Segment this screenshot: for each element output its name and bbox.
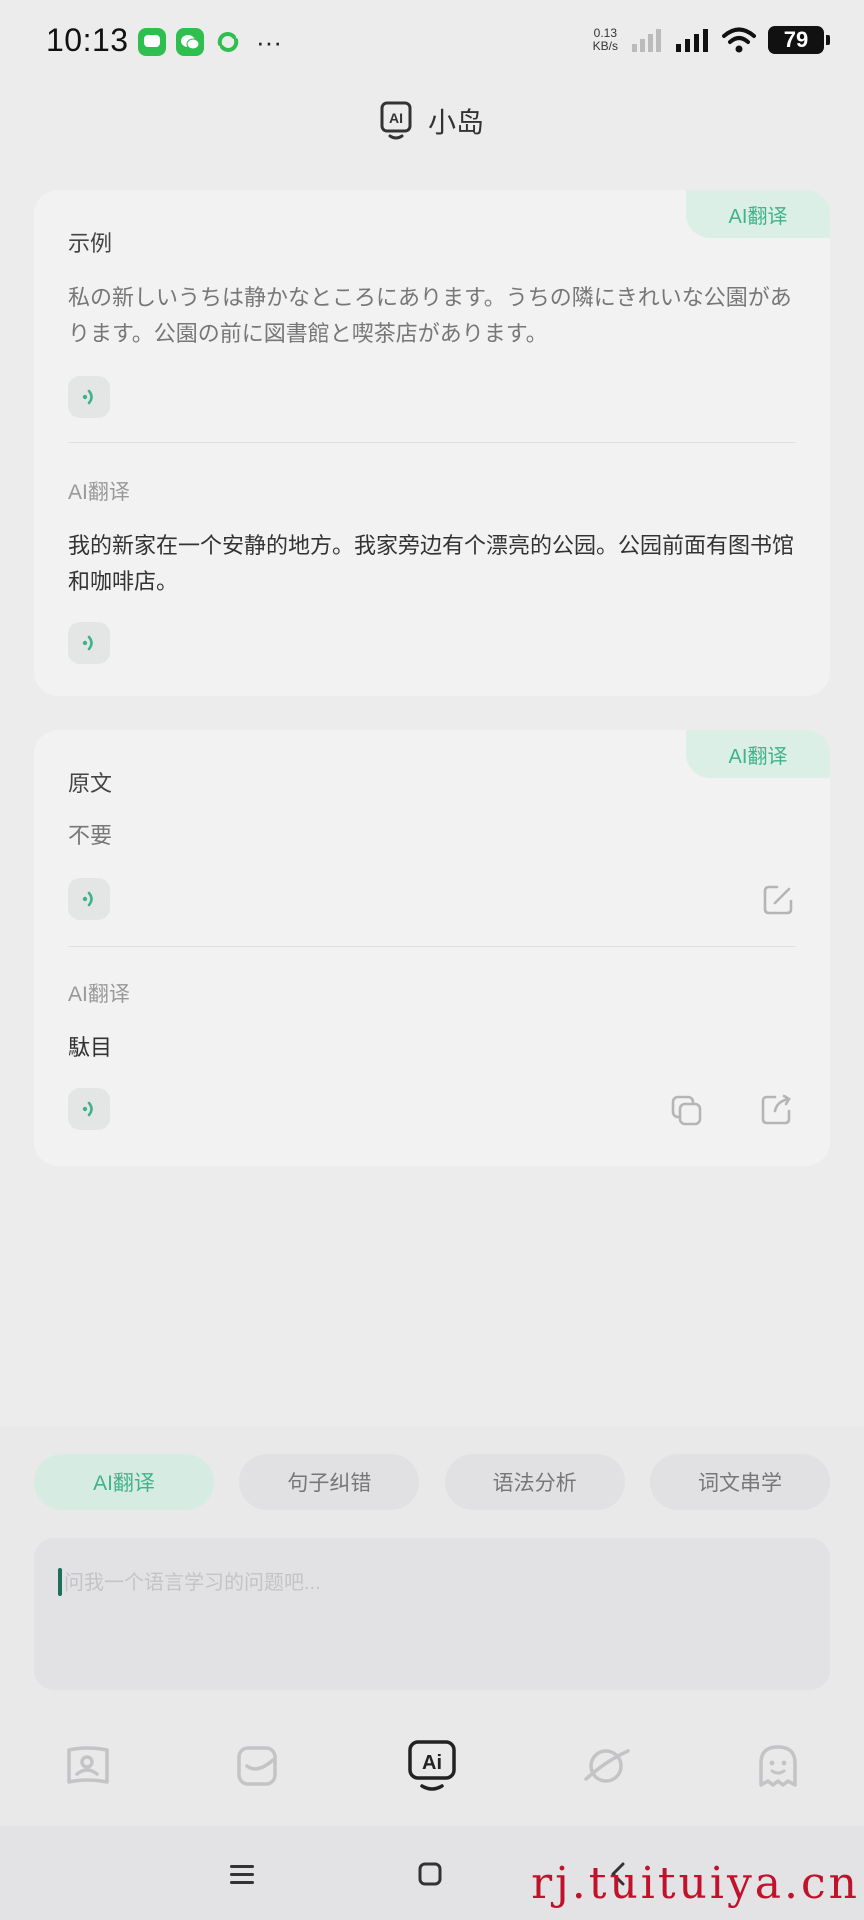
check-box-icon xyxy=(237,1746,277,1786)
status-app-icons: ··· xyxy=(138,28,282,56)
sync-app-icon xyxy=(214,28,242,56)
page-title: 小岛 xyxy=(427,107,484,138)
edit-icon xyxy=(763,885,793,915)
example-card: AI翻译 示例 私の新しいうちは静かなところにあります。うちの隣にきれいな公園が… xyxy=(34,190,830,696)
speaker-icon xyxy=(82,891,93,907)
example-title: 示例 xyxy=(68,231,113,256)
signal-weak-icon xyxy=(632,29,661,52)
menu-nav-button[interactable] xyxy=(222,1854,262,1894)
translation-label: AI翻译 xyxy=(68,983,130,1006)
example-translation-text: 我的新家在一个安静的地方。我家旁边有个漂亮的公园。公园前面有图书馆和咖啡店。 xyxy=(68,533,795,594)
ai-translate-tag: AI翻译 xyxy=(686,190,830,238)
input-placeholder: 问我一个语言学习的问题吧... xyxy=(64,1572,321,1594)
copy-button[interactable] xyxy=(666,1090,706,1130)
home-nav-button[interactable] xyxy=(410,1854,450,1894)
share-button[interactable] xyxy=(756,1090,796,1130)
watermark: rj.tuituiya.cn xyxy=(531,1858,860,1909)
message-app-icon xyxy=(138,28,166,56)
tab-explore[interactable] xyxy=(576,1736,636,1796)
play-source-audio-button[interactable] xyxy=(68,376,110,418)
chip-sentence-correction[interactable]: 句子纠错 xyxy=(239,1454,420,1510)
play-translation-audio-button[interactable] xyxy=(68,622,110,664)
question-input[interactable]: 问我一个语言学习的问题吧... xyxy=(34,1538,830,1690)
signal-icon xyxy=(676,29,708,52)
chip-ai-translate[interactable]: AI翻译 xyxy=(34,1454,214,1510)
photo-card-icon xyxy=(67,1746,109,1784)
net-speed-unit: KB/s xyxy=(592,39,618,53)
divider xyxy=(68,946,796,947)
ai-tab-text: Ai xyxy=(422,1752,442,1774)
ai-tab-icon: Ai xyxy=(408,1740,456,1791)
chip-grammar-analysis[interactable]: 语法分析 xyxy=(444,1454,625,1510)
app-header: AI 小岛 xyxy=(0,96,864,146)
more-notifications-icon: ··· xyxy=(256,27,282,57)
example-source-text: 私の新しいうちは静かなところにあります。うちの隣にきれいな公園があります。公園の… xyxy=(68,285,792,346)
original-text: 不要 xyxy=(68,823,113,848)
divider xyxy=(68,442,796,443)
original-title: 原文 xyxy=(68,771,113,796)
planet-icon xyxy=(584,1749,630,1783)
text-caret xyxy=(58,1568,62,1596)
ai-logo-icon: AI xyxy=(380,101,412,140)
mode-chips: AI翻译 句子纠错 语法分析 词文串学 xyxy=(34,1454,830,1510)
play-translated-audio-button[interactable] xyxy=(68,1088,110,1130)
tab-profile[interactable] xyxy=(748,1736,808,1796)
status-time: 10:13 xyxy=(46,22,129,58)
translation-card: AI翻译 原文 不要 AI翻译 駄目 xyxy=(34,730,830,1166)
copy-icon xyxy=(671,1095,702,1126)
speaker-icon xyxy=(82,1101,93,1117)
status-bar: 10:13 ··· 0.13 KB/s 79 xyxy=(0,0,864,86)
chip-word-learning[interactable]: 词文串学 xyxy=(649,1454,830,1510)
tab-ai[interactable]: Ai xyxy=(402,1736,462,1796)
speaker-icon xyxy=(82,635,93,651)
menu-icon xyxy=(230,1865,254,1884)
battery-indicator: 79 xyxy=(768,26,830,54)
ai-translate-tag: AI翻译 xyxy=(686,730,830,778)
translated-text: 駄目 xyxy=(68,1035,113,1060)
tab-tasks[interactable] xyxy=(228,1736,288,1796)
tab-study-card[interactable] xyxy=(58,1736,118,1796)
speaker-icon xyxy=(82,389,93,405)
status-right: 0.13 KB/s 79 xyxy=(593,26,830,54)
wechat-app-icon xyxy=(176,28,204,56)
net-speed: 0.13 KB/s xyxy=(593,27,618,53)
home-square-icon xyxy=(418,1862,442,1886)
translation-label: AI翻译 xyxy=(68,481,130,504)
ai-logo-text: AI xyxy=(389,110,403,126)
share-icon xyxy=(761,1094,791,1125)
edit-button[interactable] xyxy=(758,880,798,920)
play-original-audio-button[interactable] xyxy=(68,878,110,920)
bottom-tab-bar: Ai xyxy=(0,1736,864,1826)
ghost-icon xyxy=(759,1745,797,1787)
wifi-icon xyxy=(722,27,756,53)
